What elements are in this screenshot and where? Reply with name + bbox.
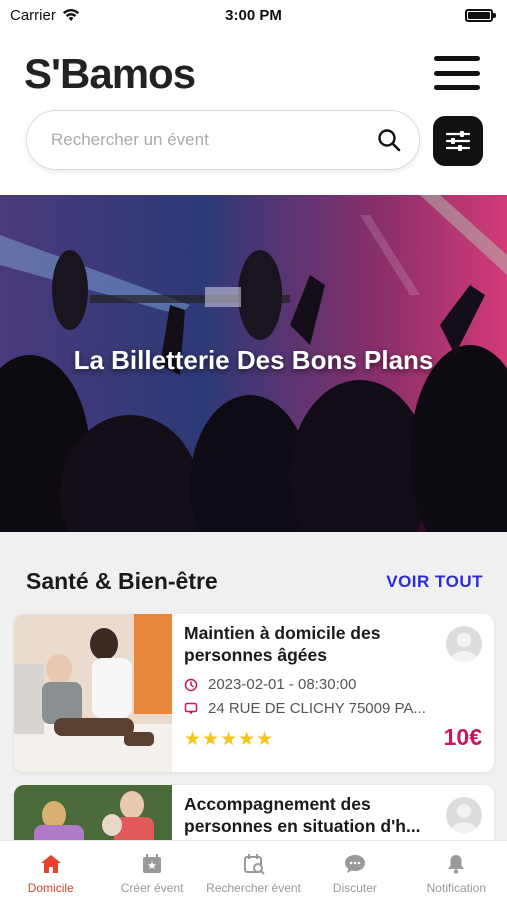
wifi-icon (62, 9, 79, 21)
hero-banner[interactable]: La Billetterie Des Bons Plans (0, 195, 507, 532)
carrier-info: Carrier (10, 7, 80, 24)
battery-fill (468, 11, 490, 19)
chat-bubble-icon (344, 855, 365, 873)
user-avatar-icon (451, 804, 477, 833)
see-all-link[interactable]: VOIR TOUT (386, 572, 483, 592)
section-title: Santé & Bien-être (26, 568, 218, 594)
event-date: 2023-02-01 - 08:30:00 (184, 676, 356, 693)
filter-button[interactable] (433, 116, 483, 166)
search-bar (26, 110, 420, 170)
event-date-text: 2023-02-01 - 08:30:00 (208, 676, 357, 693)
organizer-avatar[interactable] (446, 797, 482, 833)
tab-notification[interactable]: Notification (406, 841, 507, 900)
bottom-tab-bar: Domicile Créer évent Rechercher évent Di… (0, 840, 507, 900)
hamburger-line (434, 85, 480, 90)
hamburger-menu-icon (434, 56, 480, 61)
carrier-label: Carrier (10, 6, 56, 24)
tab-label: Discuter (332, 881, 377, 895)
bell-icon (448, 855, 465, 874)
main-content: Santé & Bien-être VOIR TOUT Maintien à d… (0, 532, 507, 900)
tab-chat[interactable]: Discuter (304, 841, 405, 900)
organizer-avatar[interactable] (446, 626, 482, 662)
tab-search-event[interactable]: Rechercher évent (203, 841, 304, 900)
logo-text: S'Bamos (24, 50, 196, 97)
event-price: 10€ (443, 724, 482, 750)
search-icon[interactable] (377, 128, 401, 152)
search-input[interactable] (51, 130, 377, 150)
tab-label: Notification (426, 881, 487, 895)
tab-home[interactable]: Domicile (0, 841, 101, 900)
app-header: S'Bamos (0, 44, 507, 104)
status-bar: Carrier 3:00 PM (0, 0, 507, 30)
event-address-text: 24 RUE DE CLICHY 75009 PA... (208, 700, 426, 717)
calendar-search-icon (243, 854, 265, 875)
tab-label: Domicile (27, 881, 74, 895)
calendar-star-icon (143, 854, 162, 873)
location-icon (184, 702, 198, 714)
user-avatar-icon (451, 633, 477, 662)
home-icon (40, 855, 61, 873)
menu-button[interactable] (434, 56, 480, 90)
event-thumbnail (14, 614, 172, 772)
hamburger-line (434, 70, 480, 76)
banner-title: La Billetterie Des Bons Plans (73, 345, 434, 375)
app-logo: S'Bamos (24, 50, 196, 98)
event-card[interactable]: Maintien à domicile des personnes âgées … (14, 614, 494, 772)
tab-create-event[interactable]: Créer évent (101, 841, 202, 900)
event-title: Accompagnement des personnes en situatio… (184, 794, 421, 836)
event-title: Maintien à domicile des personnes âgées (184, 623, 381, 665)
event-location: 24 RUE DE CLICHY 75009 PA... (184, 700, 426, 717)
sliders-icon (445, 131, 471, 151)
tab-label: Rechercher évent (206, 881, 301, 895)
clock-icon (184, 678, 198, 691)
rating-stars: ★★★★★ (184, 729, 275, 750)
tab-label: Créer évent (120, 881, 184, 895)
battery-icon (465, 8, 496, 22)
